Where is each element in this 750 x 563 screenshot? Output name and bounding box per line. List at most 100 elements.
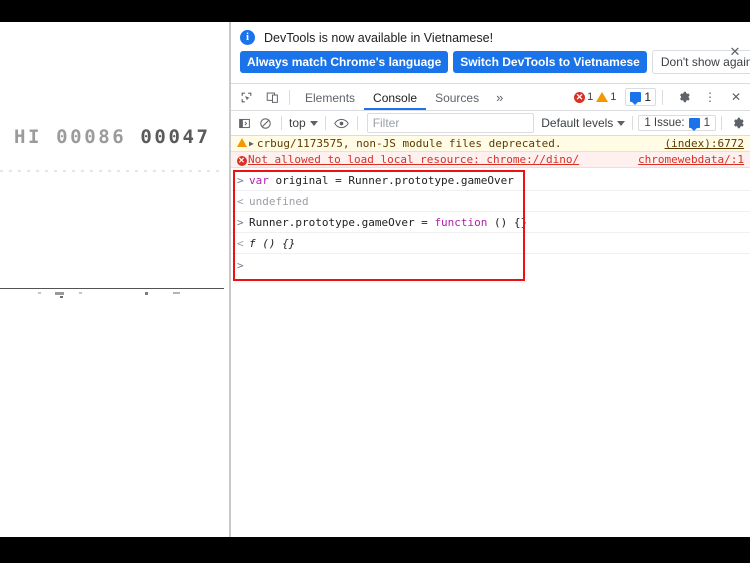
close-devtools-icon[interactable]: ✕ (725, 86, 747, 108)
dino-ground-speck (38, 292, 41, 294)
console-sidebar-icon[interactable] (234, 113, 255, 134)
dino-ground-speck (173, 292, 180, 294)
more-options-icon[interactable]: ⋮ (699, 86, 721, 108)
notification-buttons-row: Always match Chrome's language Switch De… (231, 45, 750, 74)
message-bubble-icon (630, 92, 642, 105)
console-output-value: undefined (249, 194, 309, 208)
dino-ground-speck (55, 292, 64, 295)
info-icon: i (240, 30, 255, 45)
execution-context-selector[interactable]: top (287, 116, 320, 130)
message-count-chip[interactable]: 1 (625, 88, 656, 106)
close-icon[interactable]: ✕ (727, 44, 743, 60)
console-input-row[interactable]: > var original = Runner.prototype.gameOv… (231, 170, 750, 191)
error-source-link[interactable]: chromewebdata/:1 (638, 153, 744, 166)
switch-devtools-to-vietnamese-button[interactable]: Switch DevTools to Vietnamese (453, 51, 647, 73)
error-count-item[interactable]: ✕ 1 (574, 91, 593, 103)
code-token-plain: () {} (487, 215, 528, 229)
dino-ground-speck (79, 292, 82, 294)
warning-count-item[interactable]: 1 (596, 91, 616, 103)
code-token-keyword: var (249, 173, 269, 187)
code-token-keyword: function (434, 215, 488, 229)
issues-label: 1 Issue: (644, 117, 685, 129)
tabbar-divider (289, 89, 290, 105)
filterbar-right-controls: Default levels 1 Issue: 1 (539, 111, 748, 135)
tab-console[interactable]: Console (364, 85, 426, 110)
issues-counter-button[interactable]: 1 Issue: 1 (638, 115, 716, 131)
chevron-down-icon (617, 120, 626, 126)
log-levels-value: Default levels (541, 116, 614, 130)
warning-source-link[interactable]: (index):6772 (665, 137, 744, 150)
console-message-list[interactable]: ▶ crbug/1173575, non-JS module files dep… (231, 136, 750, 281)
warning-message-text: crbug/1173575, non-JS module files depre… (256, 137, 562, 150)
error-count-value: 1 (587, 91, 594, 103)
console-error-row[interactable]: ✕ Not allowed to load local resource: ch… (231, 152, 750, 168)
score-gap-2 (126, 126, 140, 148)
dino-ground-speck (60, 296, 63, 298)
letterbox-bottom-bar (0, 537, 750, 563)
dino-score-display: HI 00086 00047 (14, 126, 211, 148)
error-message-text: Not allowed to load local resource: chro… (248, 153, 580, 166)
filterbar-divider (632, 116, 634, 130)
dino-hi-label: HI (14, 126, 43, 148)
input-prompt-icon: > (237, 215, 244, 229)
input-prompt-icon: > (237, 258, 244, 272)
console-input-code: var original = Runner.prototype.gameOver (249, 174, 514, 187)
screen-root: HI 00086 00047 i DevTools is now availab… (0, 0, 750, 563)
notification-message-row: i DevTools is now available in Vietnames… (231, 22, 750, 45)
log-levels-selector[interactable]: Default levels (539, 116, 627, 130)
code-token-plain: original = Runner.prototype.gameOver (268, 173, 514, 187)
devtools-panel: i DevTools is now available in Vietnames… (231, 22, 750, 537)
output-result-icon: < (237, 194, 244, 208)
filterbar-divider (281, 116, 282, 130)
message-count-value: 1 (644, 90, 651, 104)
dino-ground-line (0, 288, 224, 289)
console-prompt-row[interactable]: > (231, 254, 750, 276)
tabbar-divider (662, 89, 663, 105)
expand-arrow-icon[interactable]: ▶ (249, 139, 254, 148)
dino-game-pane[interactable]: HI 00086 00047 (0, 22, 229, 537)
console-warning-row[interactable]: ▶ crbug/1173575, non-JS module files dep… (231, 136, 750, 152)
live-expression-icon[interactable] (331, 113, 352, 134)
tabbar-right-controls: ✕ 1 1 1 ⋮ ✕ (570, 84, 747, 110)
console-output-value: f () {} (249, 236, 296, 250)
dino-current-score: 00047 (140, 126, 211, 148)
code-token-plain: Runner.prototype.gameOver = (249, 215, 435, 229)
score-gap-1 (42, 126, 56, 148)
more-tabs-icon[interactable]: » (488, 90, 511, 105)
console-output-row: < f () {} (231, 233, 750, 254)
message-bubble-icon (688, 118, 700, 131)
execution-context-value: top (289, 116, 306, 130)
gear-icon[interactable] (673, 86, 695, 108)
issues-count: 1 (703, 117, 710, 129)
output-result-icon: < (237, 236, 244, 250)
devtools-language-notification: i DevTools is now available in Vietnames… (231, 22, 750, 84)
error-circle-icon: ✕ (574, 91, 586, 103)
dino-horizon-haze (0, 170, 224, 172)
warning-count-value: 1 (610, 91, 617, 103)
warning-triangle-icon (235, 137, 248, 150)
console-output-row: < undefined (231, 191, 750, 212)
clear-console-icon[interactable] (255, 113, 276, 134)
console-input-code: Runner.prototype.gameOver = function () … (249, 216, 527, 229)
dino-hi-score: 00086 (56, 126, 127, 148)
devtools-tabbar: Elements Console Sources » ✕ 1 1 1 ⋮ ✕ (231, 84, 750, 111)
console-filter-input[interactable] (366, 113, 534, 133)
letterbox-top-bar (0, 0, 750, 22)
console-filter-toolbar: top Default levels (231, 111, 750, 136)
gear-icon[interactable] (727, 113, 748, 134)
filterbar-divider (324, 116, 326, 130)
browser-viewport: HI 00086 00047 i DevTools is now availab… (0, 22, 750, 537)
console-evaluation-block[interactable]: > var original = Runner.prototype.gameOv… (231, 170, 750, 281)
filterbar-divider (721, 116, 722, 130)
device-toolbar-icon[interactable] (261, 86, 283, 108)
notification-message: DevTools is now available in Vietnamese! (264, 30, 494, 45)
inspect-element-icon[interactable] (235, 86, 257, 108)
error-circle-icon: ✕ (236, 156, 247, 166)
tab-elements[interactable]: Elements (296, 85, 364, 110)
console-input-row[interactable]: > Runner.prototype.gameOver = function (… (231, 212, 750, 233)
always-match-chrome-language-button[interactable]: Always match Chrome's language (240, 51, 449, 73)
tab-sources[interactable]: Sources (426, 85, 488, 110)
issue-counts-group[interactable]: ✕ 1 1 (570, 90, 620, 104)
console-text-caret[interactable] (249, 259, 250, 271)
warning-triangle-icon (596, 92, 609, 102)
